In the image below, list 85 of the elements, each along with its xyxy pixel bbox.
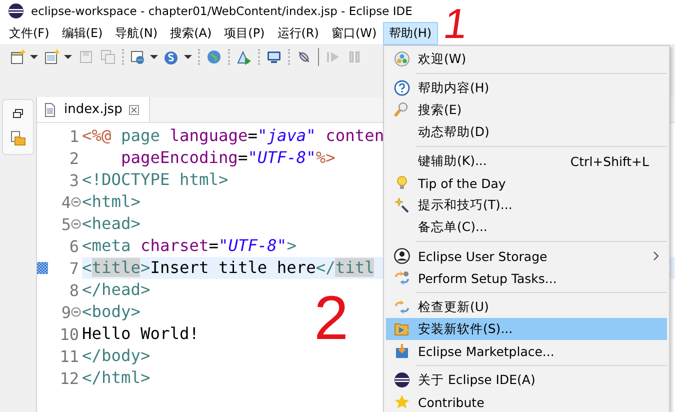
menu-item[interactable]: 帮助内容(H) xyxy=(386,77,667,99)
eclipse-logo-icon xyxy=(394,372,410,388)
line-number: 1 xyxy=(69,126,79,146)
editor-tab[interactable]: index.jsp xyxy=(37,97,150,122)
line-number: 8 xyxy=(69,280,79,300)
dropdown-caret-icon[interactable] xyxy=(184,55,192,59)
code-line: <%@ page language="java" conten xyxy=(82,125,384,147)
dropdown-caret-icon[interactable] xyxy=(64,55,72,59)
menu-bar-item[interactable]: 编辑(E) xyxy=(56,22,109,44)
menu-item[interactable]: 备忘单(C)... xyxy=(386,216,667,238)
welcome-icon xyxy=(394,51,410,67)
install-icon xyxy=(394,321,410,337)
menu-item[interactable]: 键辅助(K)... Ctrl+Shift+L xyxy=(386,150,667,172)
line-number: 4 xyxy=(61,192,71,212)
marketplace-icon xyxy=(394,343,410,359)
menu-bar-item[interactable]: 帮助(H) xyxy=(383,22,438,44)
code-line: <head> xyxy=(82,213,140,235)
line-number: 7 xyxy=(69,258,79,278)
code-line: </head> xyxy=(82,279,150,301)
menu-item[interactable]: Perform Setup Tasks... xyxy=(386,267,667,289)
line-number: 5 xyxy=(61,214,71,234)
menu-bar-item[interactable]: 项目(P) xyxy=(218,22,271,44)
lightbulb-icon xyxy=(394,175,410,191)
code-line: </body> xyxy=(82,345,150,367)
menu-bar-item[interactable]: 导航(N) xyxy=(109,22,164,44)
servlet-icon[interactable] xyxy=(164,49,180,65)
star-icon xyxy=(394,394,410,410)
web-project-icon[interactable] xyxy=(130,49,146,65)
menu-item[interactable]: Eclipse Marketplace... xyxy=(386,340,667,362)
menu-item[interactable]: 关于 Eclipse IDE(A) xyxy=(386,369,667,391)
menu-item[interactable]: 搜索(E) xyxy=(386,99,667,121)
occurrence-marker xyxy=(37,262,48,274)
menu-bar-item[interactable]: 运行(R) xyxy=(271,22,325,44)
shortcut-label: Ctrl+Shift+L xyxy=(570,154,649,168)
dropdown-caret-icon[interactable] xyxy=(30,55,38,59)
menu-item[interactable]: 欢迎(W) xyxy=(386,48,667,70)
code-line: <!DOCTYPE html> xyxy=(82,169,228,191)
code-line: </html> xyxy=(82,367,150,389)
handwritten-number: 2 xyxy=(314,288,348,350)
handwritten-number: 1 xyxy=(441,3,470,45)
run-triangle-icon[interactable] xyxy=(236,49,252,65)
menu-item[interactable]: Contribute xyxy=(386,391,667,412)
file-icon xyxy=(43,102,57,116)
line-number: 9 xyxy=(61,302,71,322)
code-line: <body> xyxy=(82,301,140,323)
arrows-gear-icon xyxy=(394,270,410,286)
fold-icon[interactable] xyxy=(71,307,81,317)
user-icon xyxy=(394,248,410,264)
code-line: <html> xyxy=(82,191,140,213)
line-number: 2 xyxy=(69,148,79,168)
line-number: 3 xyxy=(69,170,79,190)
code-line: pageEncoding="UTF-8"%> xyxy=(120,147,336,169)
close-icon[interactable] xyxy=(129,104,140,114)
fold-icon[interactable] xyxy=(71,197,81,207)
dropdown-caret-icon[interactable] xyxy=(150,55,158,59)
menu-item[interactable]: 提示和技巧(T)... xyxy=(386,194,667,216)
menu-bar-item[interactable]: 搜索(A) xyxy=(164,22,218,44)
restore-icon[interactable] xyxy=(12,108,24,120)
refresh-arrows-icon xyxy=(394,299,410,315)
wand-icon xyxy=(394,197,410,213)
menu-item[interactable]: Eclipse User Storage xyxy=(386,245,667,267)
menu-item[interactable]: 安装新软件(S)... xyxy=(386,318,667,340)
menu-item[interactable]: 检查更新(U) xyxy=(386,296,667,318)
menu-bar-item[interactable]: 文件(F) xyxy=(3,22,56,44)
menu-item[interactable]: 动态帮助(D) xyxy=(386,121,667,143)
code-line: <meta charset="UTF-8"> xyxy=(82,235,296,257)
help-icon xyxy=(394,80,410,96)
line-number: 10 xyxy=(60,324,79,344)
line-number: 11 xyxy=(60,346,79,366)
new-file-icon[interactable] xyxy=(10,49,26,65)
new-window-icon[interactable] xyxy=(44,49,60,65)
code-line: Hello World! xyxy=(82,323,199,345)
eclipse-logo-icon xyxy=(8,3,24,19)
menu-item[interactable]: Tip of the Day xyxy=(386,172,667,194)
tab-label: index.jsp xyxy=(64,102,122,117)
fold-icon[interactable] xyxy=(71,219,81,229)
globe-icon[interactable] xyxy=(206,49,222,65)
menu-bar-item[interactable]: 窗口(W) xyxy=(325,22,383,44)
window-title: eclipse-workspace - chapter01/WebContent/index.jsp - Eclipse IDE xyxy=(31,4,412,18)
project-explorer-icon[interactable] xyxy=(10,130,26,146)
search-icon xyxy=(394,102,410,118)
monitor-icon[interactable] xyxy=(266,49,282,65)
code-line: <title>Insert title here</titl xyxy=(82,257,374,279)
line-number: 6 xyxy=(69,236,79,256)
line-number: 12 xyxy=(60,368,79,388)
